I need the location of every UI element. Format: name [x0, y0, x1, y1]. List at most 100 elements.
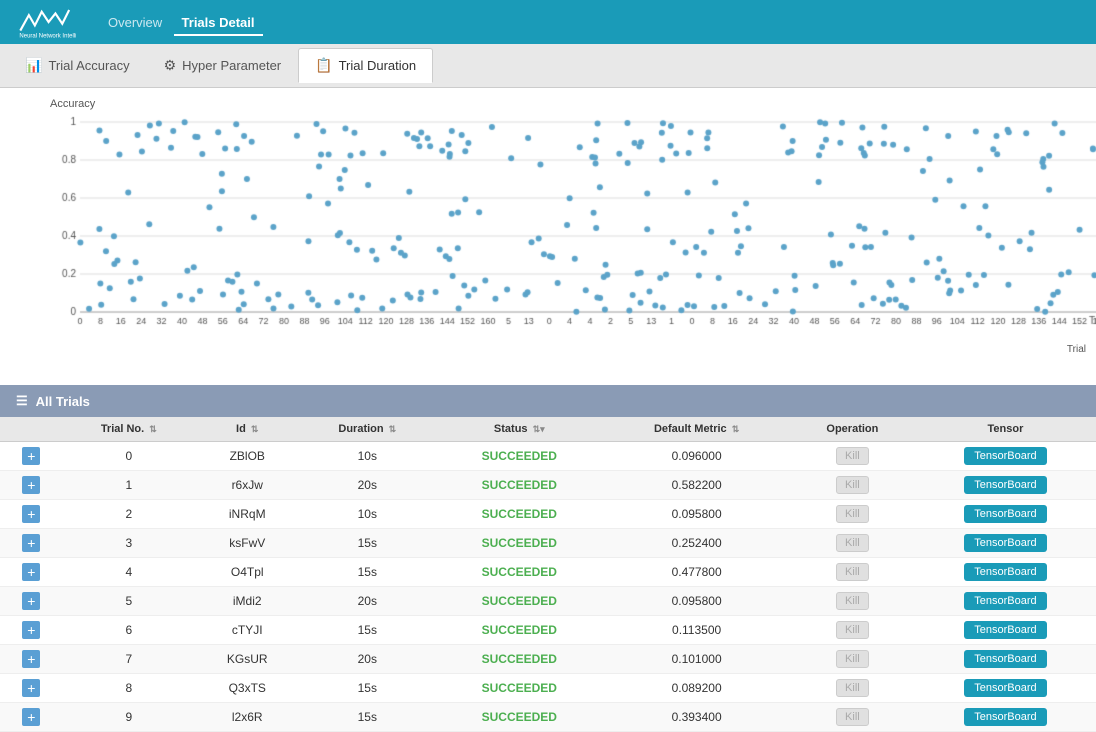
chart-x-axis-title: Trial [50, 344, 1086, 355]
metric-cell: 0.089200 [603, 674, 790, 703]
kill-button[interactable]: Kill [836, 447, 869, 465]
trial-no-cell: 0 [63, 442, 196, 471]
operation-cell[interactable]: Kill [790, 471, 915, 500]
table-row: + 3 ksFwV 15s SUCCEEDED 0.252400 Kill Te… [0, 529, 1096, 558]
expand-button[interactable]: + [22, 621, 40, 639]
operation-cell[interactable]: Kill [790, 703, 915, 732]
operation-cell[interactable]: Kill [790, 616, 915, 645]
expand-button[interactable]: + [22, 534, 40, 552]
table-row: + 2 iNRqM 10s SUCCEEDED 0.095800 Kill Te… [0, 500, 1096, 529]
tensorboard-button[interactable]: TensorBoard [964, 534, 1046, 552]
app-header: Neural Network Intelligence Overview Tri… [0, 0, 1096, 44]
col-operation: Operation [790, 417, 915, 442]
status-cell: SUCCEEDED [435, 500, 603, 529]
expand-button[interactable]: + [22, 563, 40, 581]
tensorboard-button[interactable]: TensorBoard [964, 592, 1046, 610]
hyper-parameter-icon: ⚙ [164, 57, 177, 74]
operation-cell[interactable]: Kill [790, 529, 915, 558]
tensor-cell[interactable]: TensorBoard [915, 529, 1096, 558]
tensor-cell[interactable]: TensorBoard [915, 674, 1096, 703]
id-cell: Q3xTS [195, 674, 299, 703]
metric-cell: 0.393400 [603, 703, 790, 732]
kill-button[interactable]: Kill [836, 679, 869, 697]
expand-cell[interactable]: + [0, 529, 63, 558]
operation-cell[interactable]: Kill [790, 558, 915, 587]
expand-cell[interactable]: + [0, 442, 63, 471]
expand-button[interactable]: + [22, 447, 40, 465]
status-cell: SUCCEEDED [435, 703, 603, 732]
operation-cell[interactable]: Kill [790, 645, 915, 674]
expand-cell[interactable]: + [0, 558, 63, 587]
expand-cell[interactable]: + [0, 500, 63, 529]
table-row: + 9 l2x6R 15s SUCCEEDED 0.393400 Kill Te… [0, 703, 1096, 732]
expand-button[interactable]: + [22, 505, 40, 523]
trial-accuracy-icon: 📊 [25, 57, 42, 74]
tensorboard-button[interactable]: TensorBoard [964, 679, 1046, 697]
tab-hyper-parameter[interactable]: ⚙ Hyper Parameter [147, 48, 299, 83]
tensor-cell[interactable]: TensorBoard [915, 471, 1096, 500]
duration-cell: 15s [299, 529, 435, 558]
tensorboard-button[interactable]: TensorBoard [964, 476, 1046, 494]
tensor-cell[interactable]: TensorBoard [915, 703, 1096, 732]
tensor-cell[interactable]: TensorBoard [915, 442, 1096, 471]
operation-cell[interactable]: Kill [790, 587, 915, 616]
nav-trials-detail[interactable]: Trials Detail [174, 11, 263, 36]
operation-cell[interactable]: Kill [790, 674, 915, 703]
table-row: + 0 ZBlOB 10s SUCCEEDED 0.096000 Kill Te… [0, 442, 1096, 471]
kill-button[interactable]: Kill [836, 592, 869, 610]
expand-button[interactable]: + [22, 476, 40, 494]
expand-cell[interactable]: + [0, 616, 63, 645]
metric-cell: 0.096000 [603, 442, 790, 471]
metric-cell: 0.101000 [603, 645, 790, 674]
tensor-cell[interactable]: TensorBoard [915, 558, 1096, 587]
kill-button[interactable]: Kill [836, 563, 869, 581]
trial-no-cell: 9 [63, 703, 196, 732]
tensor-cell[interactable]: TensorBoard [915, 616, 1096, 645]
status-cell: SUCCEEDED [435, 442, 603, 471]
kill-button[interactable]: Kill [836, 708, 869, 726]
expand-button[interactable]: + [22, 679, 40, 697]
nav-overview[interactable]: Overview [100, 11, 170, 34]
tensorboard-button[interactable]: TensorBoard [964, 447, 1046, 465]
trial-no-cell: 6 [63, 616, 196, 645]
table-row: + 6 cTYJI 15s SUCCEEDED 0.113500 Kill Te… [0, 616, 1096, 645]
expand-cell[interactable]: + [0, 703, 63, 732]
kill-button[interactable]: Kill [836, 534, 869, 552]
col-tensor: Tensor [915, 417, 1096, 442]
tab-trial-duration[interactable]: 📋 Trial Duration [298, 48, 433, 83]
tensor-cell[interactable]: TensorBoard [915, 645, 1096, 674]
tensorboard-button[interactable]: TensorBoard [964, 708, 1046, 726]
tensorboard-button[interactable]: TensorBoard [964, 621, 1046, 639]
table-row: + 4 O4Tpl 15s SUCCEEDED 0.477800 Kill Te… [0, 558, 1096, 587]
status-cell: SUCCEEDED [435, 471, 603, 500]
col-id: Id ⇅ [195, 417, 299, 442]
id-cell: cTYJI [195, 616, 299, 645]
tensorboard-button[interactable]: TensorBoard [964, 505, 1046, 523]
kill-button[interactable]: Kill [836, 505, 869, 523]
expand-cell[interactable]: + [0, 674, 63, 703]
expand-button[interactable]: + [22, 592, 40, 610]
status-cell: SUCCEEDED [435, 674, 603, 703]
expand-button[interactable]: + [22, 708, 40, 726]
operation-cell[interactable]: Kill [790, 500, 915, 529]
duration-cell: 15s [299, 674, 435, 703]
status-cell: SUCCEEDED [435, 616, 603, 645]
kill-button[interactable]: Kill [836, 621, 869, 639]
tab-trial-accuracy[interactable]: 📊 Trial Accuracy [8, 48, 147, 83]
accuracy-chart [50, 112, 1096, 342]
expand-cell[interactable]: + [0, 587, 63, 616]
id-cell: r6xJw [195, 471, 299, 500]
tensorboard-button[interactable]: TensorBoard [964, 563, 1046, 581]
kill-button[interactable]: Kill [836, 476, 869, 494]
expand-cell[interactable]: + [0, 471, 63, 500]
metric-cell: 0.095800 [603, 500, 790, 529]
tensorboard-button[interactable]: TensorBoard [964, 650, 1046, 668]
tensor-cell[interactable]: TensorBoard [915, 587, 1096, 616]
operation-cell[interactable]: Kill [790, 442, 915, 471]
metric-cell: 0.095800 [603, 587, 790, 616]
expand-cell[interactable]: + [0, 645, 63, 674]
expand-button[interactable]: + [22, 650, 40, 668]
tensor-cell[interactable]: TensorBoard [915, 500, 1096, 529]
trial-no-cell: 1 [63, 471, 196, 500]
kill-button[interactable]: Kill [836, 650, 869, 668]
